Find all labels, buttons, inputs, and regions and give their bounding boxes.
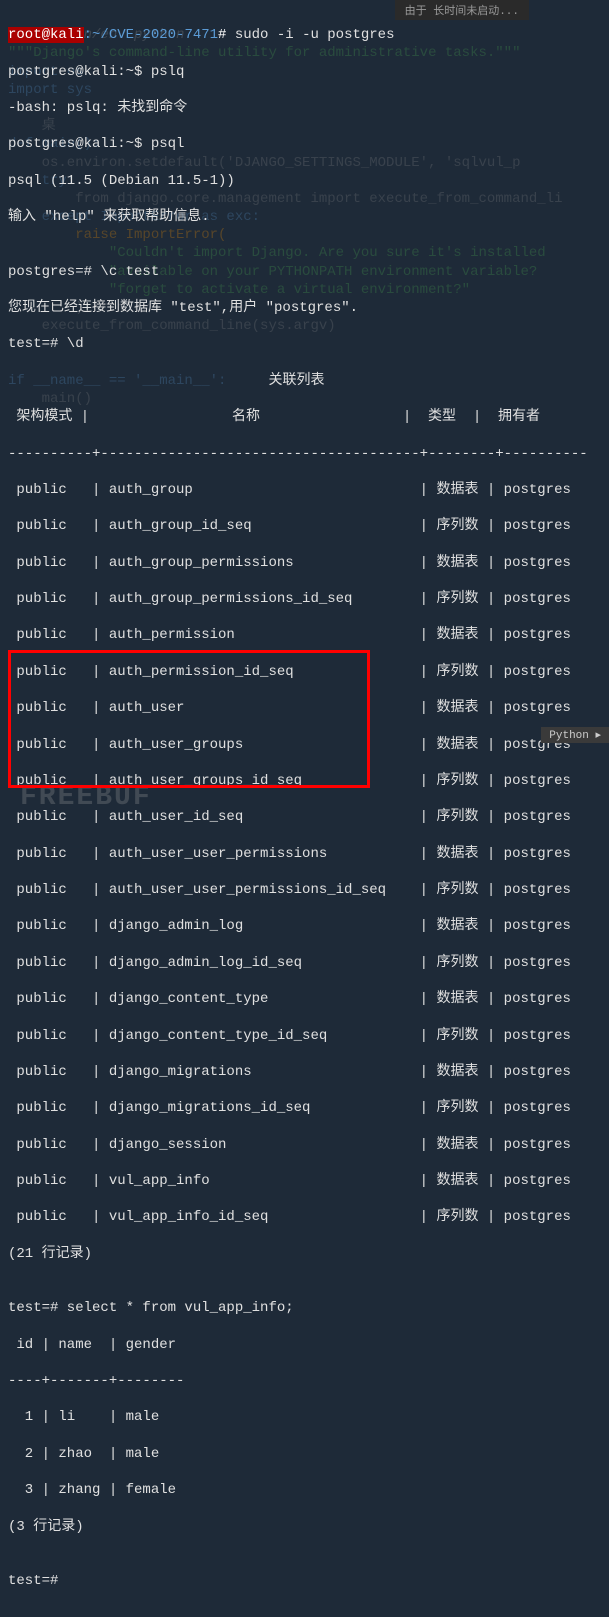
cmd-sudo: sudo -i -u postgres xyxy=(226,27,394,43)
pg-prompt-2: postgres@kali:~$ psql xyxy=(8,135,601,153)
table-sep: ----------+-----------------------------… xyxy=(8,445,601,463)
table-row: public | auth_user_groups_id_seq | 序列数 |… xyxy=(8,772,601,790)
query-row: 2 | zhao | male xyxy=(8,1445,601,1463)
table-row: public | django_session | 数据表 | postgres xyxy=(8,1136,601,1154)
query-row: 1 | li | male xyxy=(8,1408,601,1426)
query-row: 3 | zhang | female xyxy=(8,1481,601,1499)
pg-prompt-1: postgres@kali:~$ pslq xyxy=(8,63,601,81)
table-header: 架构模式 | 名称 | 类型 | 拥有者 xyxy=(8,408,601,426)
next-prompt: test=# xyxy=(8,1572,601,1590)
connect-msg: 您现在已经连接到数据库 "test",用户 "postgres". xyxy=(8,299,601,317)
table-row: public | django_content_type | 数据表 | pos… xyxy=(8,990,601,1008)
table-footer: (21 行记录) xyxy=(8,1245,601,1263)
top-bar: 由于 长时间未启动... xyxy=(395,0,529,20)
table-row: public | vul_app_info_id_seq | 序列数 | pos… xyxy=(8,1208,601,1226)
table-row: public | auth_user_user_permissions_id_s… xyxy=(8,881,601,899)
prompt-path: :~/CVE-2020-7471 xyxy=(84,27,218,43)
pg-connect-cmd: postgres=# \c test xyxy=(8,263,601,281)
query-sep: ----+-------+-------- xyxy=(8,1372,601,1390)
table-row: public | vul_app_info | 数据表 | postgres xyxy=(8,1172,601,1190)
table-row: public | auth_group_id_seq | 序列数 | postg… xyxy=(8,517,601,535)
table-title: 关联列表 xyxy=(8,372,601,390)
table-row: public | django_content_type_id_seq | 序列… xyxy=(8,1027,601,1045)
language-label[interactable]: Python ▸ xyxy=(541,727,609,743)
table-row: public | django_admin_log_id_seq | 序列数 |… xyxy=(8,954,601,972)
table-row: public | auth_user_id_seq | 序列数 | postgr… xyxy=(8,808,601,826)
query-header: id | name | gender xyxy=(8,1336,601,1354)
table-row: public | auth_permission_id_seq | 序列数 | … xyxy=(8,663,601,681)
prompt-user: root@kali xyxy=(8,27,84,43)
table-row: public | django_migrations_id_seq | 序列数 … xyxy=(8,1099,601,1117)
table-row: public | auth_user | 数据表 | postgres xyxy=(8,699,601,717)
psql-version: psql (11.5 (Debian 11.5-1)) xyxy=(8,172,601,190)
table-row: public | auth_group | 数据表 | postgres xyxy=(8,481,601,499)
bash-error: -bash: pslq: 未找到命令 xyxy=(8,99,601,117)
test-d-cmd: test=# \d xyxy=(8,335,601,353)
table-row: public | auth_user_groups | 数据表 | postgr… xyxy=(8,736,601,754)
table-row: public | auth_user_user_permissions | 数据… xyxy=(8,845,601,863)
table-row: public | django_migrations | 数据表 | postg… xyxy=(8,1063,601,1081)
help-line: 输入 "help" 来获取帮助信息. xyxy=(8,208,601,226)
table-row: public | auth_group_permissions_id_seq |… xyxy=(8,590,601,608)
query-footer: (3 行记录) xyxy=(8,1518,601,1536)
terminal-output[interactable]: root@kali:~/CVE-2020-7471# sudo -i -u po… xyxy=(0,0,609,1617)
table-row: public | django_admin_log | 数据表 | postgr… xyxy=(8,917,601,935)
query-sql: test=# select * from vul_app_info; xyxy=(8,1299,601,1317)
table-row: public | auth_group_permissions | 数据表 | … xyxy=(8,554,601,572)
table-row: public | auth_permission | 数据表 | postgre… xyxy=(8,626,601,644)
